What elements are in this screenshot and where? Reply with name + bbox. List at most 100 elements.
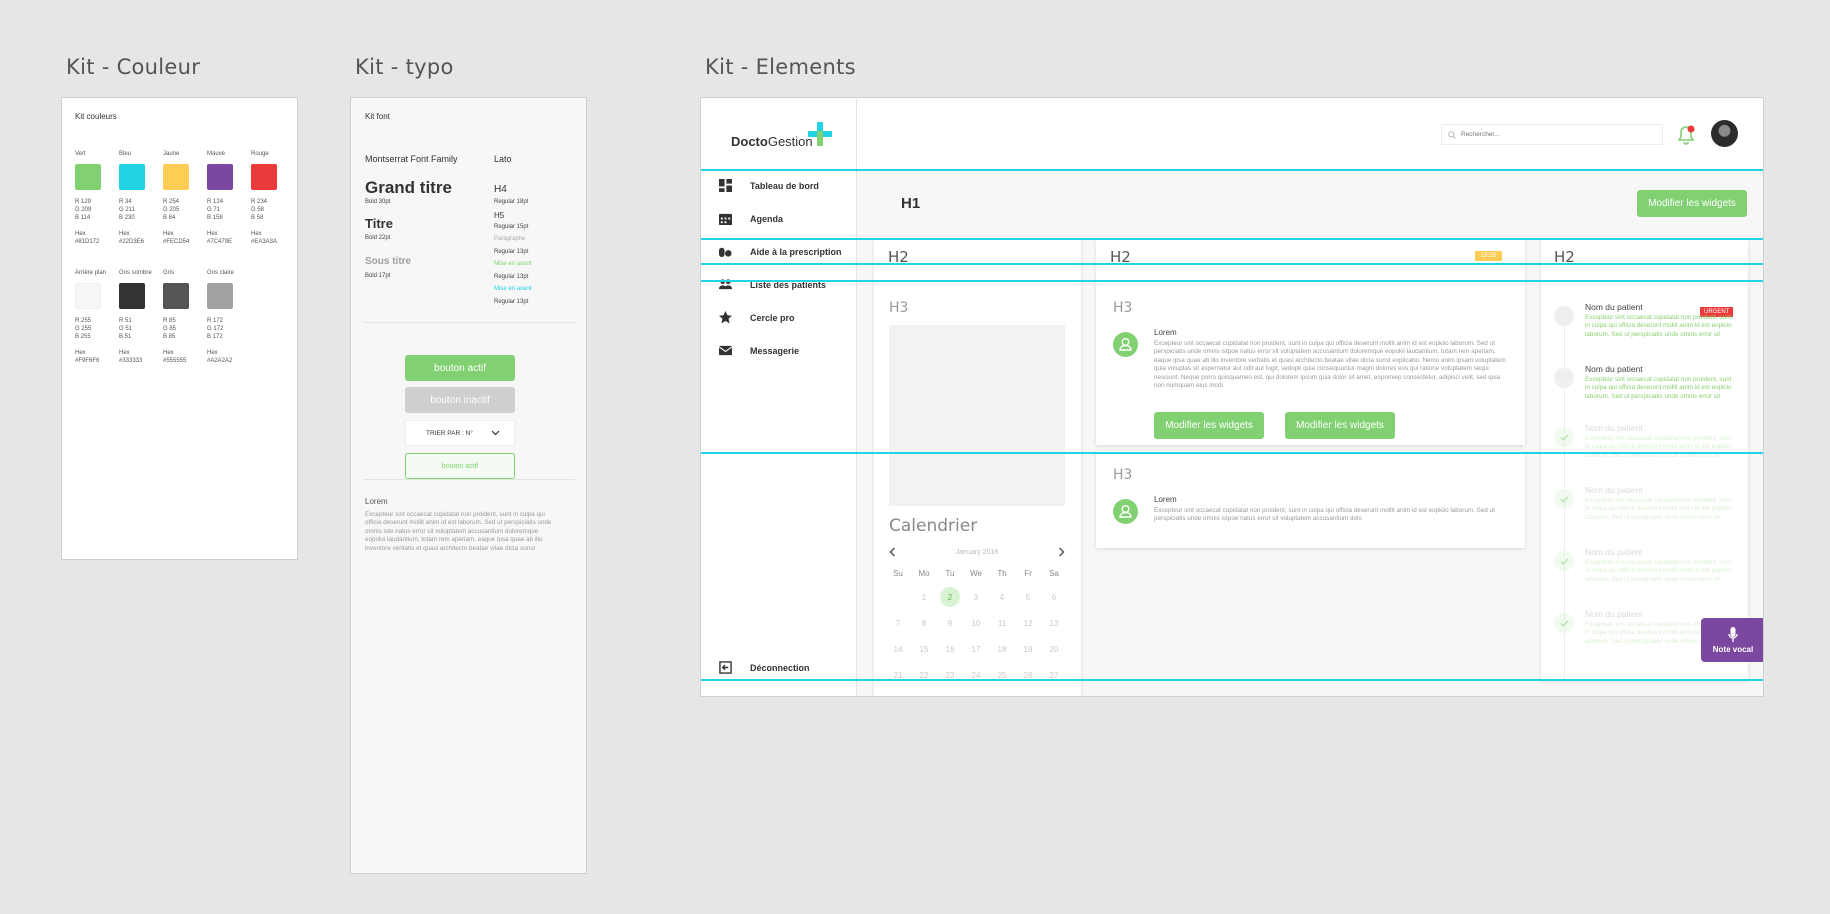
- guide-line: [701, 238, 1763, 240]
- swatch-rgb: G 205: [163, 207, 180, 213]
- chevron-right-icon[interactable]: [1058, 547, 1065, 557]
- patient-text: Excepteur sint occaecat cupidatat non pr…: [1585, 376, 1732, 400]
- mail-icon: [719, 345, 732, 356]
- weekday-label: Th: [997, 568, 1007, 578]
- calendar-day[interactable]: 7: [885, 610, 911, 636]
- patient-text: Excepteur sint occaecat cupidatat non pr…: [1585, 559, 1732, 583]
- color-swatch: [75, 283, 101, 309]
- swatch-rgb: G 85: [163, 326, 177, 332]
- swatch-rgb: B 255: [75, 334, 91, 340]
- calendar-day[interactable]: 18: [989, 636, 1015, 662]
- calendar-day[interactable]: 6: [1041, 584, 1067, 610]
- color-swatch: [119, 164, 145, 190]
- sample-h5: H5: [494, 211, 505, 220]
- calendar-day[interactable]: 12: [1015, 610, 1041, 636]
- lorem-title: Lorem: [365, 497, 388, 506]
- bouton-outline[interactable]: bouton actif: [405, 453, 515, 479]
- time-badge: 15:25: [1475, 251, 1503, 261]
- calendar-day[interactable]: 11: [989, 610, 1015, 636]
- swatch-hex-label: Hex: [119, 350, 130, 356]
- calendar-day[interactable]: 3: [963, 584, 989, 610]
- top-header: [857, 98, 1763, 170]
- calendar-day[interactable]: 4: [989, 584, 1015, 610]
- item-title: Lorem: [1154, 328, 1177, 337]
- calendar-day[interactable]: 17: [963, 636, 989, 662]
- calendar-day[interactable]: 8: [911, 610, 937, 636]
- calendar-day[interactable]: 1: [911, 584, 937, 610]
- calendar-day[interactable]: 9: [937, 610, 963, 636]
- search-icon: [1448, 130, 1456, 139]
- nav-messagerie[interactable]: Messagerie: [701, 334, 857, 367]
- swatch-rgb: G 211: [119, 207, 135, 213]
- calendar-month-nav: January 2018: [889, 547, 1065, 557]
- swatch-name: Vert: [75, 151, 86, 157]
- nav-label: Déconnection: [750, 662, 810, 673]
- calendar-day[interactable]: 16: [937, 636, 963, 662]
- placeholder-image: [889, 325, 1065, 506]
- bell-icon[interactable]: [1677, 125, 1695, 145]
- nav-liste-patients[interactable]: Liste des patients: [701, 268, 857, 301]
- calendar-day[interactable]: 10: [963, 610, 989, 636]
- search-input[interactable]: [1461, 131, 1651, 138]
- nav-label: Messagerie: [750, 345, 800, 356]
- swatch-rgb: B 158: [207, 215, 223, 221]
- nav-label: Cercle pro: [750, 312, 795, 323]
- calendar-day[interactable]: 5: [1015, 584, 1041, 610]
- color-swatch-group: Gris claire R 172 G 172 B 172 Hex #A2A2A2: [207, 269, 235, 365]
- trier-label: TRIER PAR : N°: [426, 429, 473, 437]
- search-box[interactable]: [1441, 124, 1663, 145]
- calendar-day[interactable]: 19: [1015, 636, 1041, 662]
- swatch-hex-label: Hex: [75, 231, 86, 237]
- modifier-widgets-button-1[interactable]: Modifier les widgets: [1154, 412, 1264, 439]
- sample-paragraphe-spec: Regular 13pt: [494, 249, 529, 255]
- avatar[interactable]: [1711, 120, 1738, 147]
- dashboard-icon: [719, 179, 732, 192]
- kit-font-heading: Kit font: [365, 112, 390, 121]
- widget-lorem-b: H3 Lorem Excepteur sint occaecat cupidat…: [1096, 451, 1525, 548]
- color-row-neutral: Arrière plan R 255 G 255 B 255 Hex #F9F6F6 Gri…: [75, 269, 235, 365]
- nav-agenda[interactable]: Agenda: [701, 202, 857, 235]
- calendar-day[interactable]: 13: [1041, 610, 1067, 636]
- trier-dropdown[interactable]: TRIER PAR : N°: [405, 420, 515, 446]
- nav-tableau-de-bord[interactable]: Tableau de bord: [701, 169, 857, 202]
- calendar-day[interactable]: 21: [885, 662, 911, 688]
- chevron-left-icon[interactable]: [889, 547, 896, 557]
- swatch-hex: #A2A2A2: [207, 358, 233, 364]
- swatch-name: Rouge: [251, 151, 269, 157]
- bouton-inactif[interactable]: bouton inactif: [405, 387, 515, 413]
- swatch-rgb: R 85: [163, 318, 176, 324]
- calendar-day[interactable]: 22: [911, 662, 937, 688]
- calendar-day[interactable]: 2: [937, 584, 963, 610]
- calendar-day[interactable]: 25: [989, 662, 1015, 688]
- bouton-actif[interactable]: bouton actif: [405, 355, 515, 381]
- sample-mise-en-avant-blue: Mise en avant: [494, 286, 532, 292]
- swatch-name: Gris: [163, 270, 174, 276]
- calendar-day[interactable]: 14: [885, 636, 911, 662]
- nav-menu: Tableau de bord Agenda Aide à la prescri…: [701, 169, 857, 367]
- calendar-day[interactable]: 15: [911, 636, 937, 662]
- swatch-rgb: R 234: [251, 199, 268, 205]
- calendar-day[interactable]: 26: [1015, 662, 1041, 688]
- calendar-day[interactable]: 27: [1041, 662, 1067, 688]
- logout-icon: [719, 661, 732, 674]
- nav-cercle-pro[interactable]: Cercle pro: [701, 301, 857, 334]
- calendar-day-selected: 2: [940, 587, 960, 607]
- modifier-widgets-button[interactable]: Modifier les widgets: [1637, 190, 1747, 217]
- swatch-hex-label: Hex: [163, 231, 174, 237]
- swatch-name: Arrière plan: [75, 270, 107, 276]
- swatch-rgb: R 124: [207, 199, 224, 205]
- calendar-day[interactable]: 24: [963, 662, 989, 688]
- sample-titre: Titre: [365, 216, 393, 231]
- patient-name: Nom du patient: [1585, 547, 1643, 557]
- swatch-hex-label: Hex: [207, 350, 218, 356]
- modifier-widgets-button-2[interactable]: Modifier les widgets: [1285, 412, 1395, 439]
- calendar-week: 14 15 16 17 18 19 20: [885, 636, 1067, 662]
- sample-titre-spec: Bold 22pt: [365, 235, 391, 241]
- swatch-hex: #EA3A3A: [251, 239, 278, 245]
- swatch-name: Gris claire: [207, 270, 235, 276]
- calendar-day[interactable]: 23: [937, 662, 963, 688]
- note-vocal-button[interactable]: Note vocal: [1701, 618, 1763, 662]
- weekday-label: Su: [893, 568, 903, 578]
- calendar-day[interactable]: 20: [1041, 636, 1067, 662]
- nav-label: Aide à la prescription: [750, 246, 842, 257]
